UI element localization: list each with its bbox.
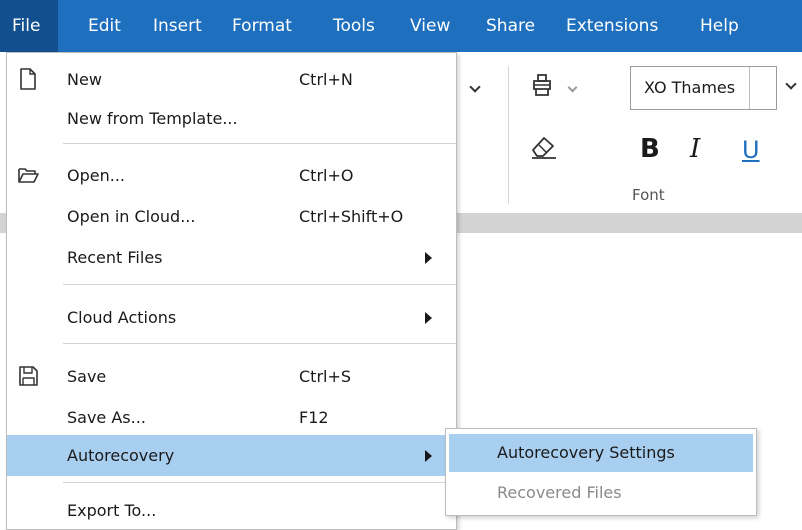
menu-item-label: Autorecovery xyxy=(67,446,175,465)
menu-tools[interactable]: Tools xyxy=(333,0,375,52)
menu-item-export-to[interactable]: Export To... xyxy=(7,490,456,530)
menu-format[interactable]: Format xyxy=(232,0,292,52)
menu-item-shortcut: Ctrl+S xyxy=(299,367,352,386)
underline-button[interactable]: U xyxy=(742,136,760,164)
eraser-icon[interactable] xyxy=(528,132,558,160)
menu-separator xyxy=(63,284,456,285)
menu-edit[interactable]: Edit xyxy=(88,0,121,52)
submenu-item-recovered-files: Recovered Files xyxy=(449,474,753,512)
menu-file[interactable]: File xyxy=(0,0,58,52)
bold-button[interactable]: B xyxy=(640,134,660,164)
submenu-arrow-icon xyxy=(425,312,432,324)
menu-help[interactable]: Help xyxy=(700,0,739,52)
menu-item-cloud-actions[interactable]: Cloud Actions xyxy=(7,297,456,338)
submenu-arrow-icon xyxy=(425,252,432,264)
menu-item-open-in-cloud[interactable]: Open in Cloud... Ctrl+Shift+O xyxy=(7,196,456,237)
autorecovery-submenu: Autorecovery Settings Recovered Files xyxy=(445,428,757,516)
menu-item-save[interactable]: Save Ctrl+S xyxy=(7,356,456,397)
menu-item-shortcut: Ctrl+O xyxy=(299,166,354,185)
submenu-item-label: Autorecovery Settings xyxy=(497,443,675,462)
menu-item-shortcut: F12 xyxy=(299,408,329,427)
submenu-item-label: Recovered Files xyxy=(497,483,622,502)
chevron-down-icon[interactable] xyxy=(469,81,481,93)
font-group-label: Font xyxy=(632,186,665,204)
file-menu: New Ctrl+N New from Template... Open... … xyxy=(6,52,457,530)
chevron-down-icon[interactable] xyxy=(785,78,797,90)
menu-item-label: Open in Cloud... xyxy=(67,207,196,226)
menu-item-open[interactable]: Open... Ctrl+O xyxy=(7,155,456,196)
submenu-item-autorecovery-settings[interactable]: Autorecovery Settings xyxy=(449,434,753,472)
menubar: File Edit Insert Format Tools View Share… xyxy=(0,0,802,52)
menu-item-label: New xyxy=(67,70,102,89)
menu-item-label: Open... xyxy=(67,166,125,185)
menu-share[interactable]: Share xyxy=(486,0,535,52)
menu-separator xyxy=(63,143,456,144)
menu-item-label: Save xyxy=(67,367,107,386)
menu-item-label: Export To... xyxy=(67,501,157,520)
menu-separator xyxy=(63,343,456,344)
menu-item-recent-files[interactable]: Recent Files xyxy=(7,237,456,278)
menu-item-new[interactable]: New Ctrl+N xyxy=(7,59,456,100)
menu-item-shortcut: Ctrl+N xyxy=(299,70,353,89)
new-file-icon xyxy=(20,68,36,90)
menu-view[interactable]: View xyxy=(410,0,450,52)
menu-item-new-from-template[interactable]: New from Template... xyxy=(7,98,456,139)
open-folder-icon xyxy=(18,168,39,183)
select-divider xyxy=(749,67,750,109)
menu-item-label: Recent Files xyxy=(67,248,163,267)
menu-item-save-as[interactable]: Save As... F12 xyxy=(7,397,456,438)
menu-item-label: Cloud Actions xyxy=(67,308,177,327)
font-name-value: XO Thames xyxy=(644,78,736,97)
menu-extensions[interactable]: Extensions xyxy=(566,0,658,52)
save-icon xyxy=(19,366,38,386)
menu-separator xyxy=(63,482,456,483)
menu-item-shortcut: Ctrl+Shift+O xyxy=(299,207,404,226)
paint-format-icon[interactable] xyxy=(528,72,556,100)
ribbon-divider xyxy=(508,66,509,204)
chevron-down-icon[interactable] xyxy=(567,82,578,93)
menu-item-autorecovery[interactable]: Autorecovery xyxy=(7,435,456,476)
italic-button[interactable]: I xyxy=(690,134,700,164)
font-name-select[interactable]: XO Thames xyxy=(630,66,777,110)
submenu-arrow-icon xyxy=(425,450,432,462)
menu-insert[interactable]: Insert xyxy=(153,0,202,52)
menu-item-label: New from Template... xyxy=(67,109,238,128)
menu-item-label: Save As... xyxy=(67,408,146,427)
